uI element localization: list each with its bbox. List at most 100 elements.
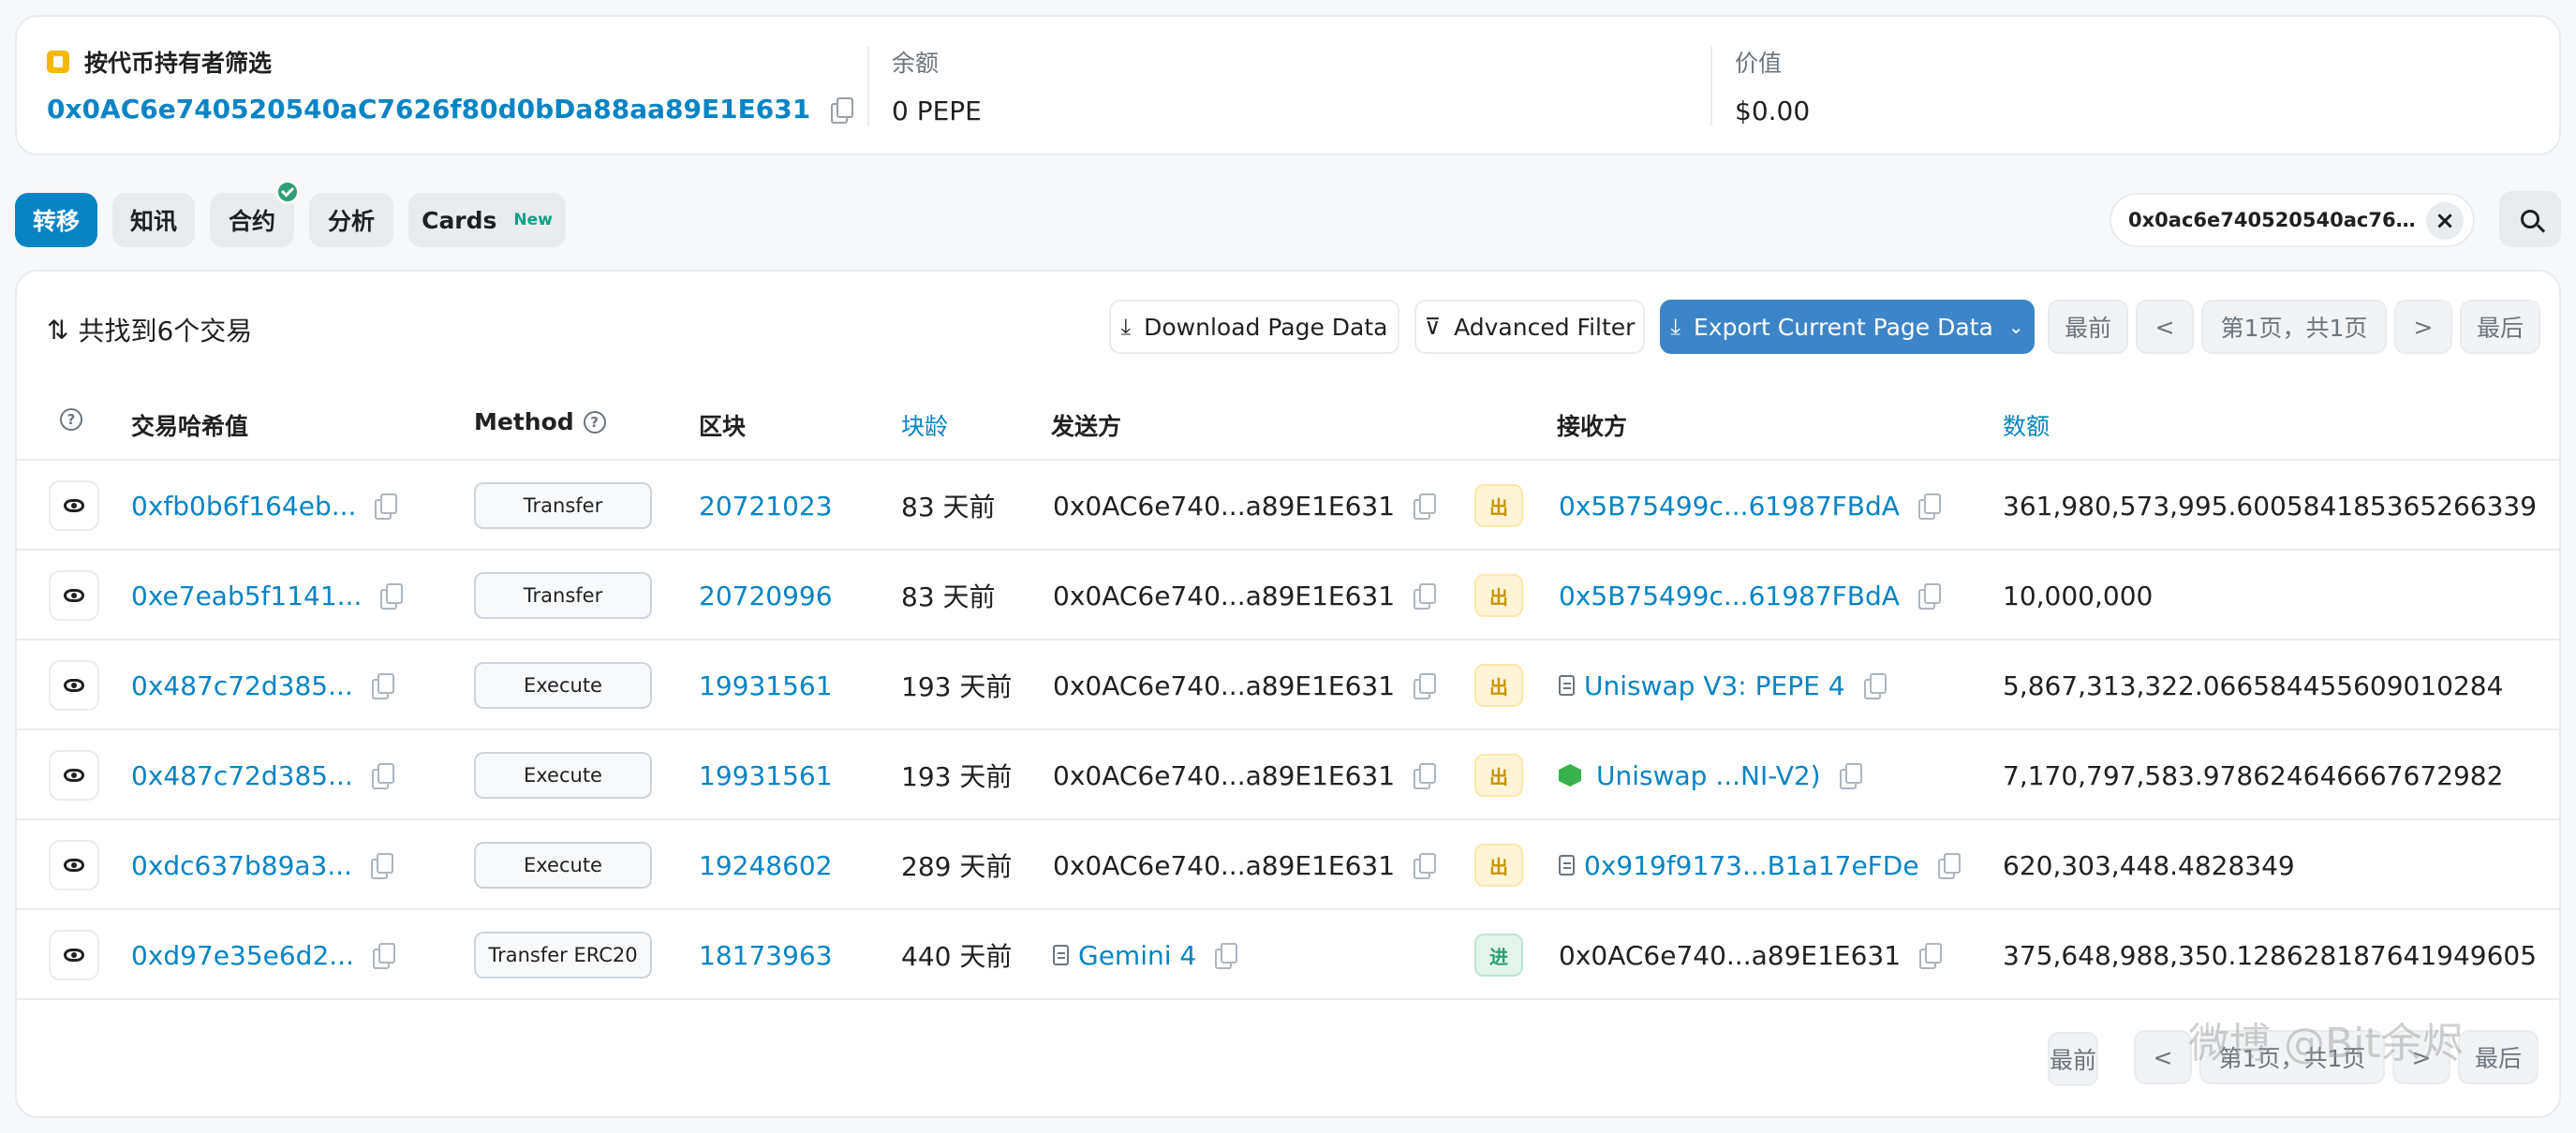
holder-address-link[interactable]: 0x0AC6e740520540aC7626f80d0bDa88aa89E1E6… [47,94,810,125]
tx-hash-link[interactable]: 0xe7eab5f1141... [131,581,362,611]
copy-icon[interactable] [1414,763,1437,789]
copy-icon[interactable] [380,583,404,610]
tab-transfers[interactable]: 转移 [15,193,97,247]
tab-contract[interactable]: 合约 [210,180,300,247]
copy-icon[interactable] [1414,583,1437,610]
preview-button[interactable] [49,660,99,711]
preview-button[interactable] [49,570,99,621]
copy-icon[interactable] [1937,853,1961,879]
search-button[interactable] [2499,191,2561,247]
copy-icon[interactable] [372,943,395,969]
tx-hash-link[interactable]: 0x487c72d385... [131,670,353,701]
from-address[interactable]: 0x0AC6e740...a89E1E631 [1053,581,1395,611]
to-address[interactable]: 0x919f9173...B1a17eFDe [1584,850,1919,881]
holder-address-row: 0x0AC6e740520540aC7626f80d0bDa88aa89E1E6… [47,94,854,125]
amount-text: 375,648,988,350.128628187641949605 [2003,939,2538,971]
filter-title-label: 按代币持有者筛选 [84,50,273,77]
help-icon[interactable]: ? [60,408,82,431]
preview-button[interactable] [49,750,99,801]
first-page-button[interactable]: 最前 [2048,300,2128,354]
from-address[interactable]: Gemini 4 [1078,940,1196,971]
preview-button[interactable] [49,930,99,980]
to-cell: 0x5B75499c...61987FBdA [1559,577,1941,614]
copy-icon[interactable] [375,493,398,520]
from-address[interactable]: 0x0AC6e740...a89E1E631 [1053,670,1395,701]
last-page-button[interactable]: 最后 [2460,300,2540,354]
from-address[interactable]: 0x0AC6e740...a89E1E631 [1053,850,1395,881]
age-text: 193 天前 [901,671,1013,702]
column-header-age[interactable]: 块龄 [901,408,948,442]
export-page-data-button[interactable]: ⤓ Export Current Page Data ⌄ [1660,300,2035,354]
divider [867,47,869,125]
button-label: 最后 [2476,315,2524,342]
tab-label: 合约 [228,208,275,235]
close-icon[interactable]: × [2426,202,2464,240]
method-badge: Execute [474,752,652,799]
to-cell: 0x5B75499c...61987FBdA [1559,487,1941,524]
page-indicator: 第1页，共1页 [2201,300,2387,354]
first-page-button[interactable]: 最前 [2048,1032,2099,1086]
copy-icon[interactable] [1917,493,1941,520]
from-address[interactable]: 0x0AC6e740...a89E1E631 [1053,760,1395,791]
copy-icon[interactable] [1863,673,1887,699]
help-icon[interactable]: ? [583,410,606,434]
method-badge: Transfer ERC20 [474,932,652,978]
divider [17,728,2559,730]
block-link[interactable]: 20720996 [699,577,833,614]
sort-icon[interactable]: ⇅ [47,315,68,346]
copy-icon[interactable] [1839,763,1862,789]
tab-label: 转移 [32,208,80,235]
copy-icon[interactable] [1917,583,1941,610]
copy-icon[interactable] [371,763,394,789]
watermark: 微博 @Bit余烬 [2188,1020,2464,1067]
to-address[interactable]: Uniswap ...NI-V2) [1596,760,1821,791]
to-address[interactable]: 0x0AC6e740...a89E1E631 [1559,940,1901,971]
column-header-amount[interactable]: 数额 [2003,408,2050,442]
to-address[interactable]: 0x5B75499c...61987FBdA [1559,491,1900,522]
divider [17,998,2559,1000]
result-count: ⇅ 共找到6个交易 [47,311,252,348]
tx-hash-link[interactable]: 0xdc637b89a3... [131,850,352,881]
preview-button[interactable] [49,480,99,531]
tx-hash-link[interactable]: 0xfb0b6f164eb... [131,491,356,522]
transfers-table-card: ⇅ 共找到6个交易 ⤓ Download Page Data ⊽ Advanced … [15,270,2561,1118]
prev-page-button[interactable]: < [2134,1030,2192,1084]
tab-analytics[interactable]: 分析 [309,193,393,247]
verified-check-icon [275,180,300,204]
button-label: 最前 [2050,1047,2097,1074]
last-page-button[interactable]: 最后 [2458,1030,2539,1084]
block-link[interactable]: 18173963 [699,936,833,974]
copy-icon[interactable] [1414,673,1437,699]
copy-icon[interactable] [1919,943,1943,969]
new-badge: New [513,211,553,229]
tab-cards[interactable]: Cards New [408,193,566,247]
address-filter-chip[interactable]: 0x0ac6e740520540ac7626f80... × [2110,193,2475,247]
copy-icon[interactable] [1215,943,1238,969]
tx-hash-link[interactable]: 0x487c72d385... [131,760,353,791]
tab-info[interactable]: 知讯 [112,193,195,247]
copy-icon[interactable] [371,673,394,699]
block-link[interactable]: 19931561 [699,757,833,794]
preview-button[interactable] [49,840,99,890]
to-address[interactable]: Uniswap V3: PEPE 4 [1584,670,1845,701]
copy-icon[interactable] [1414,493,1437,520]
to-address[interactable]: 0x5B75499c...61987FBdA [1559,581,1900,611]
copy-icon[interactable] [831,96,854,124]
tx-hash-cell: 0xdc637b89a3... [131,846,394,884]
from-address[interactable]: 0x0AC6e740...a89E1E631 [1053,491,1395,522]
advanced-filter-button[interactable]: ⊽ Advanced Filter [1414,300,1645,354]
next-page-button[interactable]: > [2394,300,2452,354]
divider [17,818,2559,820]
copy-icon[interactable] [371,853,394,879]
copy-icon[interactable] [1414,853,1437,879]
tx-hash-link[interactable]: 0xd97e35e6d2... [131,940,354,971]
direction-badge: 出 [1474,844,1523,887]
block-link[interactable]: 19248602 [699,846,833,884]
button-label: Download Page Data [1144,313,1388,341]
download-page-data-button[interactable]: ⤓ Download Page Data [1109,300,1399,354]
eye-icon [64,859,84,872]
method-badge: Execute [474,662,652,709]
block-link[interactable]: 19931561 [699,667,833,704]
block-link[interactable]: 20721023 [699,487,833,524]
prev-page-button[interactable]: < [2136,300,2194,354]
